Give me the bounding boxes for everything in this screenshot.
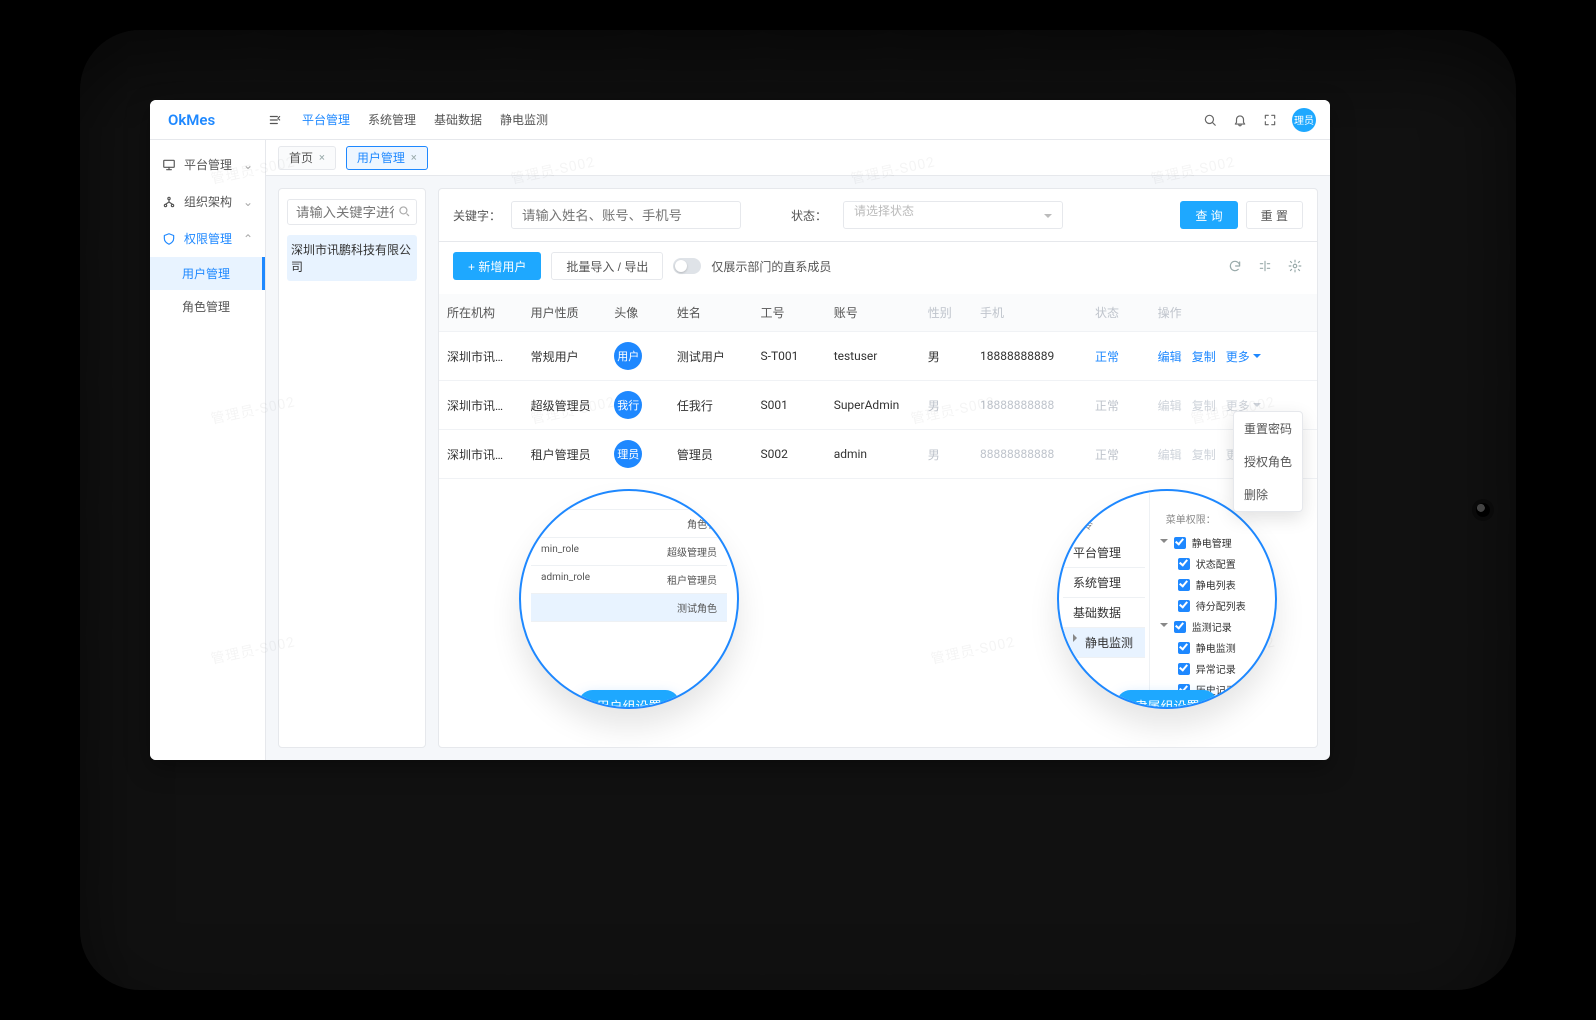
table-header: 账号 xyxy=(826,294,920,332)
row-avatar: 用户 xyxy=(614,342,642,370)
table-header: 用户性质 xyxy=(523,294,607,332)
top-nav-item-base[interactable]: 基础数据 xyxy=(434,111,482,128)
sidebar-label: 权限管理 xyxy=(184,230,232,247)
density-icon[interactable] xyxy=(1257,258,1273,274)
keyword-label: 关键字： xyxy=(453,207,501,224)
sidebar-sub-user[interactable]: 用户管理 xyxy=(150,257,265,290)
checkbox-icon[interactable] xyxy=(1174,621,1186,633)
action-copy[interactable]: 复制 xyxy=(1192,446,1216,463)
status-placeholder: 请选择状态 xyxy=(854,204,914,218)
checkbox-icon[interactable] xyxy=(1178,663,1190,675)
checkbox-icon[interactable] xyxy=(1178,558,1190,570)
chevron-down-icon xyxy=(1253,354,1261,362)
more-menu-auth[interactable]: 授权角色 xyxy=(1234,445,1302,478)
checkbox-icon[interactable] xyxy=(1178,642,1190,654)
table-row[interactable]: 深圳市讯鹏…租户管理员理员管理员S002admin男88888888888正常编… xyxy=(439,430,1317,479)
sidebar-item-permission[interactable]: 权限管理 ⌃ xyxy=(150,220,265,257)
sidebar-label: 组织架构 xyxy=(184,193,232,210)
row-avatar: 我行 xyxy=(614,391,642,419)
org-tree-panel: 深圳市讯鹏科技有限公司 xyxy=(278,188,426,748)
close-icon[interactable]: × xyxy=(411,151,417,164)
tab-user-mgmt[interactable]: 用户管理 × xyxy=(346,146,428,170)
action-edit[interactable]: 编辑 xyxy=(1158,446,1182,463)
chevron-down-icon xyxy=(1160,539,1168,547)
top-nav-item-platform[interactable]: 平台管理 xyxy=(302,111,350,128)
status-label: 状态： xyxy=(791,207,827,224)
table-header: 性别 xyxy=(920,294,972,332)
chevron-down-icon xyxy=(1160,623,1168,631)
more-menu: 重置密码 授权角色 删除 xyxy=(1233,411,1303,512)
more-menu-reset[interactable]: 重置密码 xyxy=(1234,412,1302,445)
action-copy[interactable]: 复制 xyxy=(1192,348,1216,365)
direct-members-switch[interactable] xyxy=(673,258,701,274)
fullscreen-icon[interactable] xyxy=(1262,112,1278,128)
shield-icon xyxy=(162,232,176,246)
top-header: OkMes 平台管理 系统管理 基础数据 静电监测 理员 xyxy=(150,100,1330,140)
top-nav-item-esd[interactable]: 静电监测 xyxy=(500,111,548,128)
table-header: 姓名 xyxy=(669,294,753,332)
sidebar-sub-role[interactable]: 角色管理 xyxy=(150,290,265,323)
app-screen: OkMes 平台管理 系统管理 基础数据 静电监测 理员 xyxy=(150,100,1330,760)
action-edit[interactable]: 编辑 xyxy=(1158,348,1182,365)
tree-node-root[interactable]: 深圳市讯鹏科技有限公司 xyxy=(287,235,417,281)
checkbox-icon[interactable] xyxy=(1178,600,1190,612)
search-button[interactable]: 查 询 xyxy=(1180,201,1237,229)
main-panel: 关键字： 状态： 请选择状态 查 询 重 置 xyxy=(438,188,1318,748)
reset-button[interactable]: 重 置 xyxy=(1246,201,1303,229)
chevron-up-icon: ⌃ xyxy=(243,232,253,246)
top-nav-item-system[interactable]: 系统管理 xyxy=(368,111,416,128)
checkbox-icon[interactable] xyxy=(1174,537,1186,549)
top-nav: 平台管理 系统管理 基础数据 静电监测 xyxy=(302,111,548,128)
bell-icon[interactable] xyxy=(1232,112,1248,128)
table-header: 所在机构 xyxy=(439,294,523,332)
settings-icon[interactable] xyxy=(1287,258,1303,274)
user-table: 所在机构用户性质头像姓名工号账号性别手机状态操作 深圳市讯鹏…常规用户用户测试用… xyxy=(439,294,1317,479)
action-more[interactable]: 更多 xyxy=(1226,348,1261,365)
close-icon[interactable]: × xyxy=(319,151,325,164)
table-header: 状态 xyxy=(1087,294,1150,332)
user-avatar[interactable]: 理员 xyxy=(1292,108,1316,132)
sidebar-item-org[interactable]: 组织架构 ⌄ xyxy=(150,183,265,220)
table-row[interactable]: 深圳市讯鹏…常规用户用户测试用户S-T001testuser男188888888… xyxy=(439,332,1317,381)
app-logo: OkMes xyxy=(168,111,248,129)
table-header: 操作 xyxy=(1150,294,1317,332)
add-user-button[interactable]: + 新增用户 xyxy=(453,252,541,280)
keyword-input[interactable] xyxy=(511,201,741,229)
tablet-frame: OkMes 平台管理 系统管理 基础数据 静电监测 理员 xyxy=(80,30,1516,990)
filter-bar: 关键字： 状态： 请选择状态 查 询 重 置 xyxy=(439,189,1317,242)
sidebar: 平台管理 ⌄ 组织架构 ⌄ 权限管理 ⌃ 用户管理 角色管理 xyxy=(150,140,266,760)
monitor-icon xyxy=(162,158,176,172)
import-export-button[interactable]: 批量导入 / 导出 xyxy=(551,252,663,280)
collapse-menu-icon[interactable] xyxy=(266,111,284,129)
table-header: 工号 xyxy=(753,294,826,332)
tab-label: 用户管理 xyxy=(357,149,405,166)
action-edit[interactable]: 编辑 xyxy=(1158,397,1182,414)
switch-label: 仅展示部门的直系成员 xyxy=(711,258,831,275)
camera-dot xyxy=(1476,503,1490,517)
checkbox-icon[interactable] xyxy=(1178,579,1190,591)
status-select[interactable]: 请选择状态 xyxy=(843,201,1063,229)
search-icon[interactable] xyxy=(1202,112,1218,128)
search-icon[interactable] xyxy=(397,204,411,221)
magnifier-user-group: 角色名 min_role超级管理员 admin_role租户管理员 测试角色 用… xyxy=(519,489,739,709)
magnifier-left-badge: 用户组设置 xyxy=(578,690,679,709)
table-header: 手机 xyxy=(972,294,1087,332)
org-icon xyxy=(162,195,176,209)
table-header: 头像 xyxy=(606,294,669,332)
chevron-down-icon: ⌄ xyxy=(243,195,253,209)
magnifier-right-badge: 隶属组设置 xyxy=(1116,690,1217,709)
magnifier-belong-group: 命令 平台管理 系统管理 基础数据 静电监测 菜单权限： 静电管理状态配置静电列… xyxy=(1057,489,1277,709)
refresh-icon[interactable] xyxy=(1227,258,1243,274)
more-menu-delete[interactable]: 删除 xyxy=(1234,478,1302,511)
row-avatar: 理员 xyxy=(614,440,642,468)
toolbar: + 新增用户 批量导入 / 导出 仅展示部门的直系成员 xyxy=(439,242,1317,290)
